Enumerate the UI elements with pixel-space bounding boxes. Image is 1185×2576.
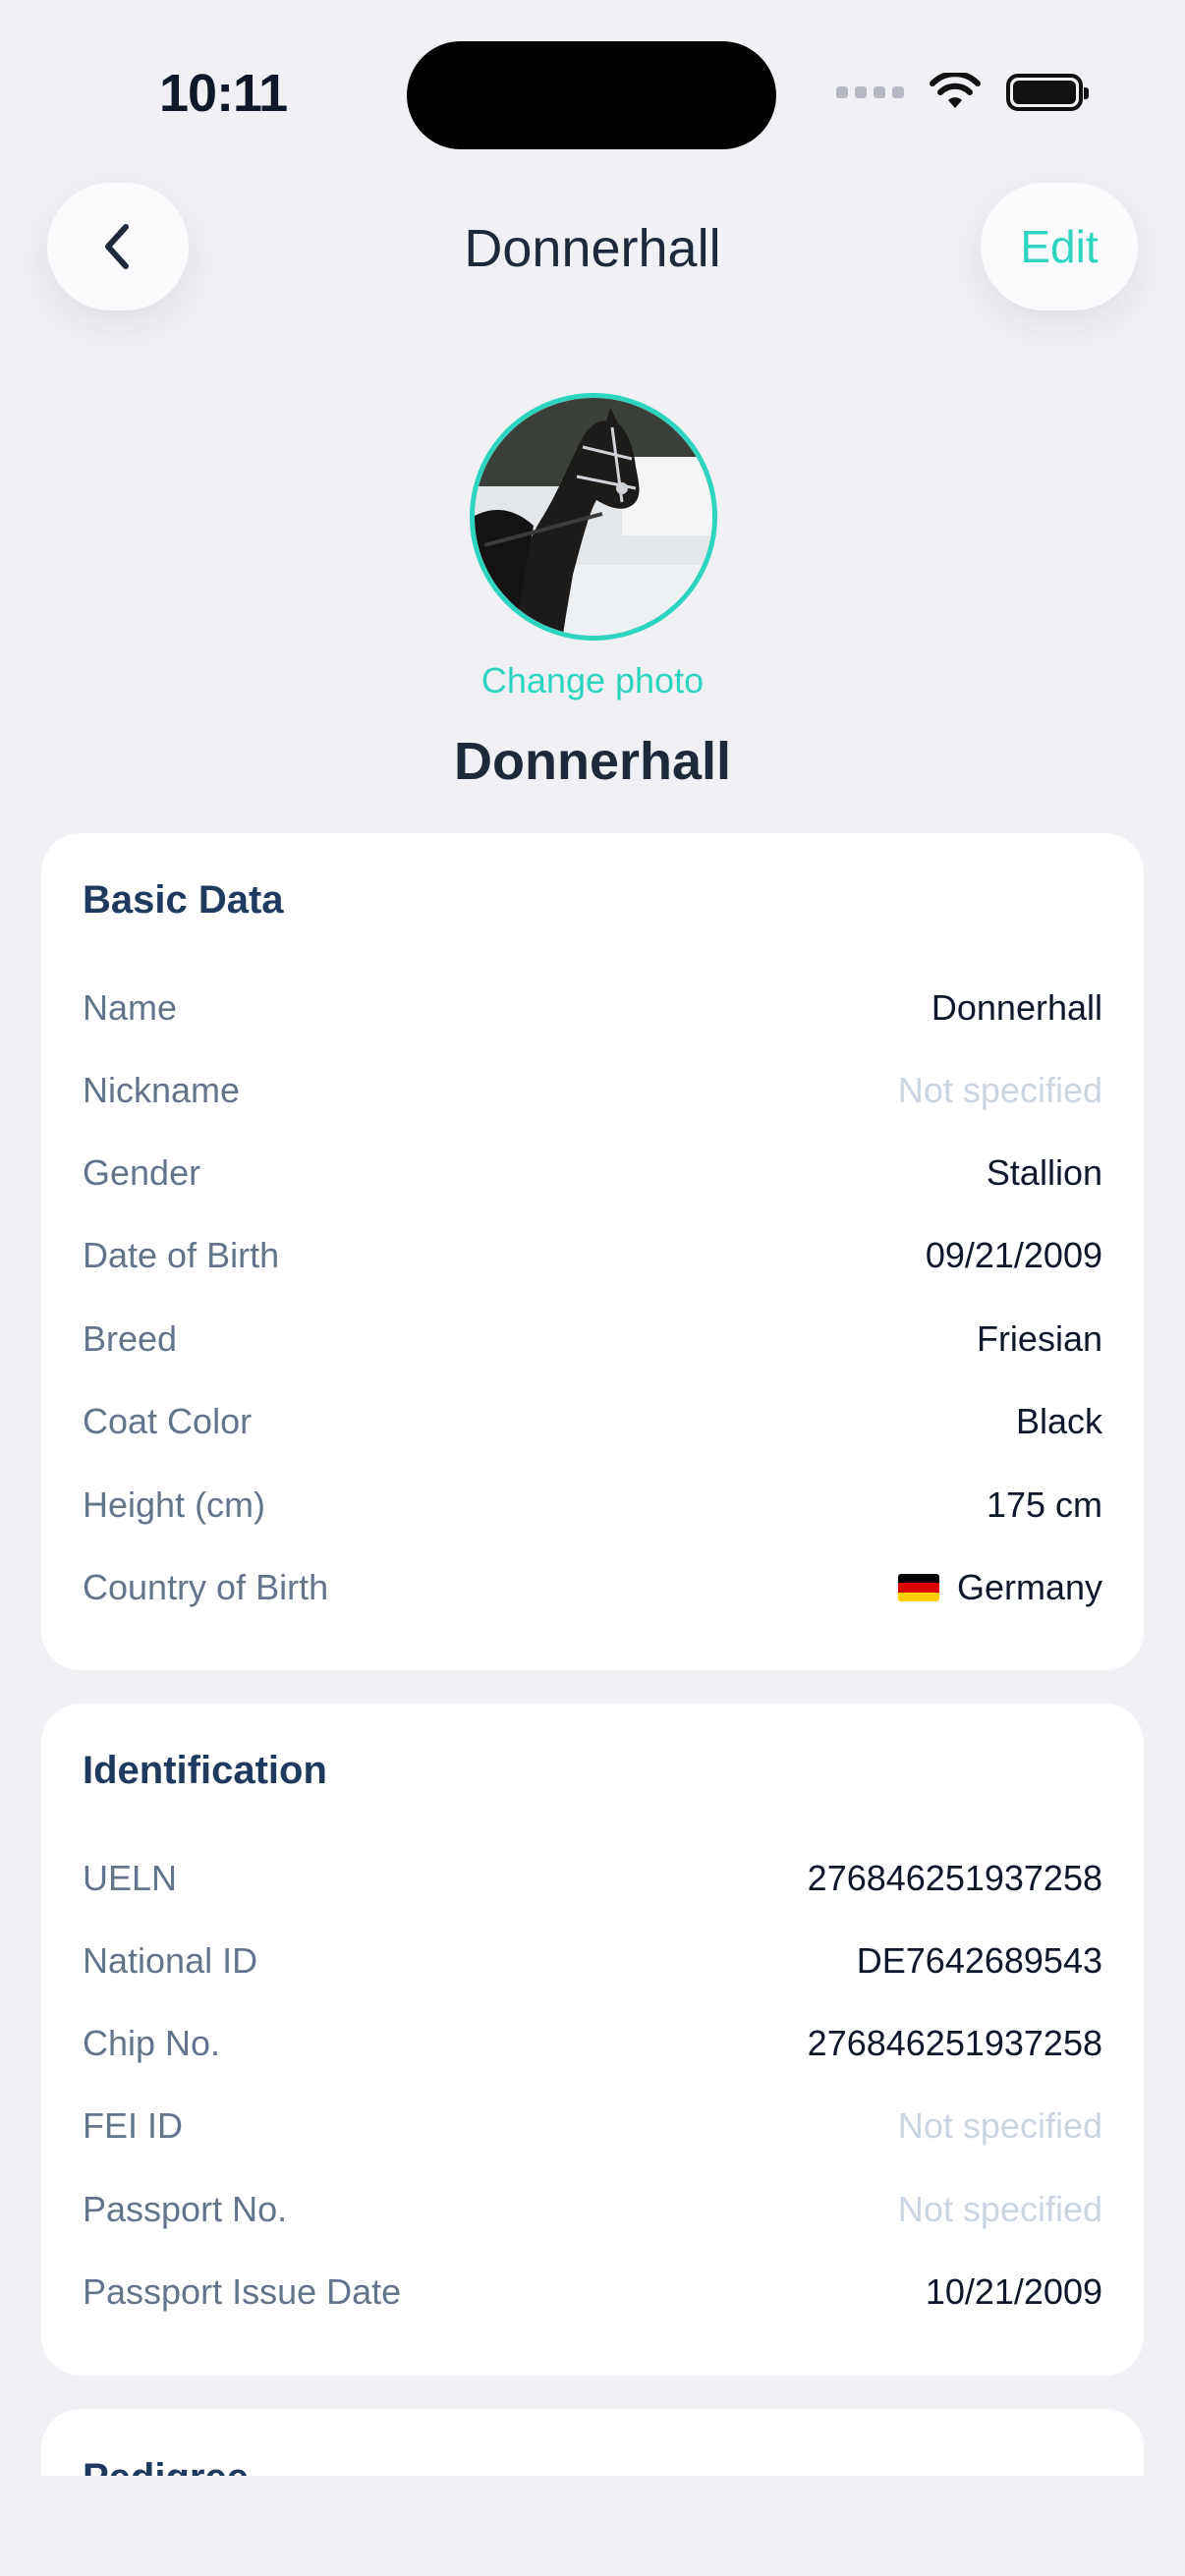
row-label: Breed [83, 1318, 178, 1359]
country-text: Germany [956, 1567, 1102, 1607]
row-value: 276846251937258 [807, 2023, 1102, 2063]
row-value: Donnerhall [931, 987, 1102, 1028]
status-icons [836, 73, 1089, 112]
row-value: Not specified [897, 2105, 1102, 2146]
edit-button[interactable]: Edit [981, 183, 1138, 310]
row-label: UELN [83, 1858, 178, 1898]
germany-flag-icon [897, 1574, 939, 1601]
row-label: Passport Issue Date [83, 2271, 402, 2312]
info-row-national-id: National ID DE7642689543 [83, 1932, 1102, 1990]
row-value: Black [1015, 1401, 1102, 1441]
row-label: Gender [83, 1152, 201, 1193]
row-label: Date of Birth [83, 1235, 280, 1275]
battery-icon [1006, 74, 1089, 111]
horse-photo [475, 398, 712, 636]
row-label: Country of Birth [83, 1567, 329, 1607]
info-row-coat-color: Coat Color Black [83, 1392, 1102, 1451]
row-label: Coat Color [83, 1401, 253, 1441]
change-photo-link[interactable]: Change photo [0, 660, 1185, 701]
info-row-height: Height (cm) 175 cm [83, 1476, 1102, 1535]
row-value: 09/21/2009 [925, 1235, 1102, 1275]
basic-data-card: Basic Data Name Donnerhall Nickname Not … [41, 833, 1144, 1670]
row-label: Passport No. [83, 2189, 288, 2229]
row-label: Nickname [83, 1070, 241, 1110]
row-value: 10/21/2009 [925, 2271, 1102, 2312]
row-label: National ID [83, 1940, 258, 1981]
row-label: FEI ID [83, 2105, 184, 2146]
row-label: Chip No. [83, 2023, 221, 2063]
status-time: 10:11 [159, 64, 288, 123]
row-value: Stallion [986, 1152, 1102, 1193]
wifi-icon [930, 73, 981, 108]
row-value: Not specified [897, 1070, 1102, 1110]
row-label: Name [83, 987, 178, 1028]
horse-avatar[interactable] [470, 393, 717, 641]
info-row-passport-issue-date: Passport Issue Date 10/21/2009 [83, 2263, 1102, 2322]
info-row-chip-no: Chip No. 276846251937258 [83, 2014, 1102, 2073]
row-label: Height (cm) [83, 1484, 266, 1525]
scroll-clip [0, 2476, 1185, 2576]
horse-name: Donnerhall [453, 732, 732, 791]
row-value: Germany [897, 1567, 1102, 1608]
info-row-breed: Breed Friesian [83, 1310, 1102, 1369]
row-value: 175 cm [986, 1484, 1102, 1525]
dynamic-island [407, 41, 776, 149]
info-row-ueln: UELN 276846251937258 [83, 1849, 1102, 1908]
row-value: 276846251937258 [807, 1858, 1102, 1898]
identification-title: Identification [83, 1749, 327, 1792]
info-row-nickname: Nickname Not specified [83, 1061, 1102, 1120]
identification-card: Identification UELN 276846251937258 Nati… [41, 1704, 1144, 2376]
info-row-date-of-birth: Date of Birth 09/21/2009 [83, 1226, 1102, 1285]
info-row-name: Name Donnerhall [83, 979, 1102, 1037]
cellular-signal-icon [836, 86, 904, 98]
info-row-gender: Gender Stallion [83, 1144, 1102, 1203]
row-value: DE7642689543 [856, 1940, 1102, 1981]
row-value: Friesian [976, 1318, 1102, 1359]
horse-detail-screen: 10:11 Donnerhall Edit Change photo Donne… [0, 0, 1185, 2576]
info-row-passport-no: Passport No. Not specified [83, 2180, 1102, 2239]
basic-data-title: Basic Data [83, 878, 284, 922]
row-value: Not specified [897, 2189, 1102, 2229]
info-row-fei-id: FEI ID Not specified [83, 2097, 1102, 2156]
info-row-country-of-birth: Country of Birth Germany [83, 1558, 1102, 1617]
